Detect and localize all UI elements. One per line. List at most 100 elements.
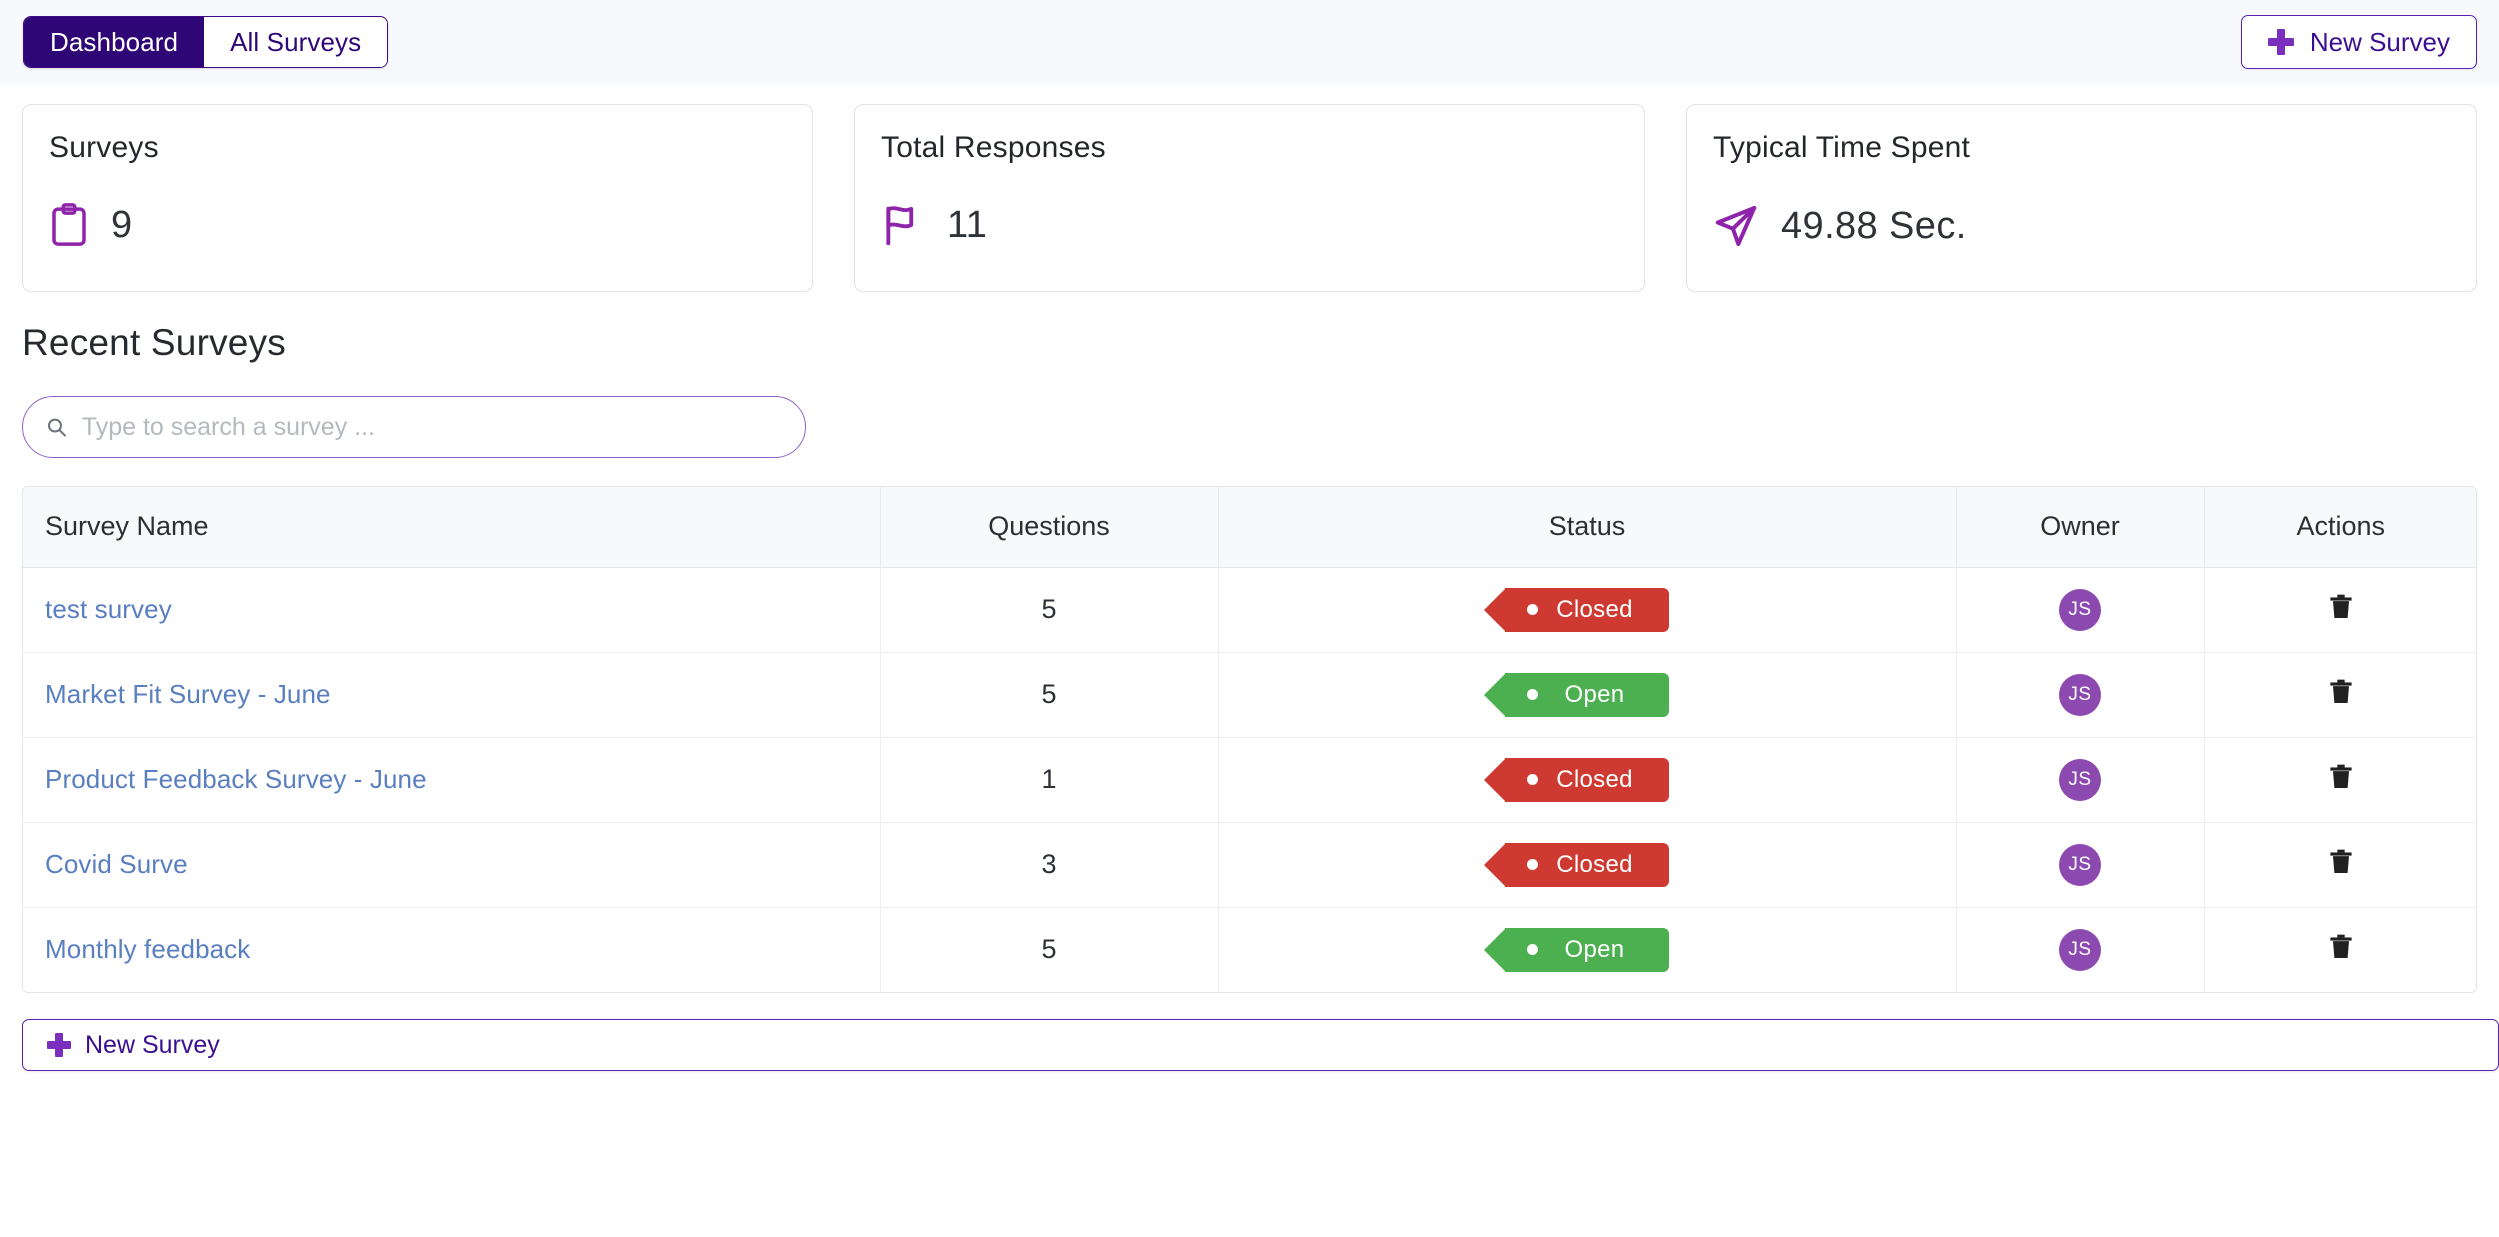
delete-row-button[interactable]	[2328, 847, 2354, 877]
new-survey-label-top: New Survey	[2309, 26, 2450, 57]
column-header-survey-name: Survey Name	[23, 487, 881, 568]
cell-actions	[2204, 737, 2476, 823]
column-header-actions: Actions	[2204, 487, 2476, 568]
status-badge-label: Open	[1564, 680, 1625, 708]
stat-card-surveys-value-row: 9	[49, 203, 786, 247]
plus-icon	[2267, 29, 2294, 55]
status-badge: Closed	[1484, 842, 1669, 887]
column-header-owner: Owner	[1956, 487, 2205, 568]
new-survey-button-top[interactable]: New Survey	[2240, 15, 2477, 69]
stat-card-surveys-value: 9	[111, 203, 133, 246]
stat-card-total-responses-value: 11	[947, 203, 988, 246]
cell-status: Open	[1218, 907, 1957, 992]
table-row: Market Fit Survey - June 5 Open JS	[23, 652, 2476, 738]
new-survey-button-bottom[interactable]: New Survey	[22, 1019, 2499, 1071]
status-badge: Closed	[1484, 757, 1669, 802]
cell-status: Closed	[1218, 822, 1957, 908]
status-badge-label: Closed	[1556, 595, 1633, 623]
recent-surveys-table: Survey Name Questions Status Owner Actio…	[22, 486, 2477, 993]
send-arrow-icon	[1715, 205, 1757, 247]
cell-owner: JS	[1956, 652, 2205, 738]
delete-icon	[2330, 849, 2352, 874]
table-row: Covid Surve 3 Closed JS	[23, 822, 2476, 908]
stat-card-typical-time-spent: Typical Time Spent 49.88 Sec.	[1686, 104, 2477, 292]
footer-actions: New Survey	[0, 993, 2499, 1071]
cell-owner: JS	[1956, 737, 2205, 823]
tab-all-surveys[interactable]: All Surveys	[204, 17, 388, 67]
table-row: Monthly feedback 5 Open JS	[23, 907, 2476, 992]
stat-card-surveys: Surveys 9	[22, 104, 813, 292]
search-input[interactable]	[81, 412, 783, 442]
search-box[interactable]	[22, 396, 806, 458]
flag-icon	[886, 206, 914, 246]
column-header-status: Status	[1218, 487, 1957, 568]
delete-row-button[interactable]	[2328, 677, 2354, 707]
status-dot-icon	[1527, 944, 1538, 956]
avatar: JS	[2059, 758, 2101, 801]
stat-card-total-responses-value-row: 11	[881, 203, 1618, 247]
stat-card-typical-time-spent-value: 49.88 Sec.	[1781, 204, 1967, 247]
delete-row-button[interactable]	[2328, 592, 2354, 622]
cell-questions: 3	[880, 822, 1219, 908]
cell-survey-name: test survey	[23, 567, 881, 653]
column-header-questions: Questions	[880, 487, 1219, 568]
cell-status: Open	[1218, 652, 1957, 738]
table-head: Survey Name Questions Status Owner Actio…	[23, 487, 2476, 568]
status-badge-label: Closed	[1556, 850, 1633, 878]
status-badge-label: Open	[1564, 935, 1625, 963]
survey-link[interactable]: Market Fit Survey - June	[45, 679, 331, 709]
cell-status: Closed	[1218, 567, 1957, 653]
cell-survey-name: Market Fit Survey - June	[23, 652, 881, 738]
cell-actions	[2204, 567, 2476, 653]
cell-owner: JS	[1956, 822, 2205, 908]
plus-icon	[47, 1033, 71, 1057]
status-dot-icon	[1527, 774, 1538, 785]
cell-questions: 1	[880, 737, 1219, 823]
cell-survey-name: Product Feedback Survey - June	[23, 737, 881, 823]
survey-link[interactable]: Covid Surve	[45, 849, 188, 879]
delete-icon	[2330, 594, 2352, 619]
clipboard-icon	[52, 203, 86, 246]
delete-row-button[interactable]	[2328, 932, 2354, 962]
tab-dashboard-label: Dashboard	[50, 26, 179, 57]
avatar: JS	[2059, 928, 2101, 971]
table-row: Product Feedback Survey - June 1 Closed JS	[23, 737, 2476, 823]
delete-icon	[2330, 934, 2352, 959]
tab-group: Dashboard All Surveys	[23, 16, 389, 68]
table-row: test survey 5 Closed JS	[23, 567, 2476, 653]
status-badge: Open	[1484, 927, 1669, 972]
survey-link[interactable]: Product Feedback Survey - June	[45, 764, 427, 794]
stat-card-typical-time-spent-title: Typical Time Spent	[1713, 131, 1971, 164]
cell-questions: 5	[880, 907, 1219, 992]
cell-status: Closed	[1218, 737, 1957, 823]
status-badge: Closed	[1484, 587, 1669, 632]
delete-icon	[2330, 679, 2352, 704]
cell-survey-name: Monthly feedback	[23, 907, 881, 992]
delete-icon	[2330, 764, 2352, 789]
stat-card-typical-time-spent-value-row: 49.88 Sec.	[1713, 203, 2450, 249]
stat-cards: Surveys 9 Total Responses 11 Typical Tim…	[0, 84, 2499, 292]
table-body: test survey 5 Closed JS Market Fit Survey - …	[23, 567, 2476, 992]
cell-owner: JS	[1956, 567, 2205, 653]
status-badge: Open	[1484, 672, 1669, 717]
delete-row-button[interactable]	[2328, 762, 2354, 792]
stat-card-surveys-title: Surveys	[49, 131, 159, 164]
table-header-row: Survey Name Questions Status Owner Actio…	[23, 487, 2476, 568]
cell-owner: JS	[1956, 907, 2205, 992]
cell-questions: 5	[880, 567, 1219, 653]
tab-all-surveys-label: All Surveys	[230, 26, 362, 57]
stat-card-total-responses-title: Total Responses	[881, 131, 1106, 164]
tab-dashboard[interactable]: Dashboard	[24, 17, 205, 67]
page-title: Recent Surveys	[22, 322, 286, 363]
survey-link[interactable]: test survey	[45, 594, 172, 624]
status-dot-icon	[1527, 859, 1538, 870]
avatar: JS	[2059, 843, 2101, 886]
status-dot-icon	[1527, 689, 1538, 700]
top-bar: Dashboard All Surveys New Survey	[0, 0, 2499, 84]
cell-actions	[2204, 652, 2476, 738]
survey-link[interactable]: Monthly feedback	[45, 934, 250, 964]
status-badge-label: Closed	[1556, 765, 1633, 793]
search-icon	[47, 418, 66, 437]
status-dot-icon	[1527, 604, 1538, 615]
new-survey-label-bottom: New Survey	[85, 1030, 220, 1059]
